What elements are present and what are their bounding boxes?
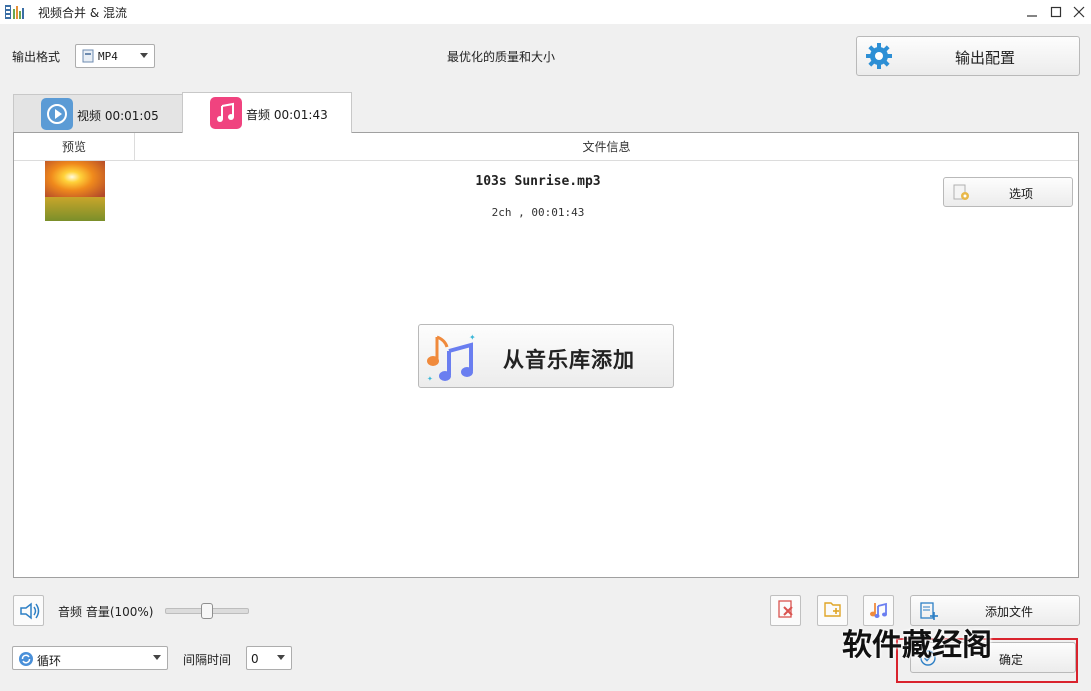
add-folder-icon	[823, 599, 843, 622]
sunrise-thumbnail	[45, 161, 105, 221]
play-icon	[41, 98, 73, 130]
watermark-text: 软件藏经阁	[842, 628, 992, 663]
chevron-down-icon	[140, 53, 148, 58]
tab-video[interactable]: 视频 00:01:05	[13, 94, 183, 133]
window-title: 视频合并 & 混流	[38, 6, 127, 20]
output-format-label: 输出格式	[12, 50, 61, 64]
file-name: 103s Sunrise.mp3	[475, 174, 601, 189]
column-header-preview: 预览	[14, 133, 135, 161]
output-format-select[interactable]: MP4	[75, 44, 155, 68]
output-format-value: MP4	[98, 50, 118, 63]
file-format-icon	[82, 49, 94, 66]
remove-file-button[interactable]	[770, 595, 801, 626]
quality-text: 最优化的质量和大小	[447, 50, 556, 64]
tab-audio-label: 音频 00:01:43	[246, 108, 328, 122]
title-bar	[0, 0, 1091, 24]
file-meta: 2ch , 00:01:43	[491, 206, 585, 219]
music-notes-icon	[869, 599, 889, 622]
chevron-down-icon	[277, 655, 285, 660]
close-icon[interactable]	[1067, 2, 1091, 22]
interval-label: 间隔时间	[183, 653, 232, 667]
speaker-icon[interactable]	[13, 595, 44, 626]
music-library-icon: ✦ ✦	[425, 331, 479, 386]
music-note-icon	[210, 97, 242, 129]
refresh-icon	[18, 651, 34, 670]
output-config-label: 输出配置	[955, 49, 1016, 67]
output-config-button[interactable]: 输出配置	[856, 36, 1080, 76]
app-logo-icon	[4, 3, 26, 21]
svg-text:✦: ✦	[427, 375, 433, 383]
options-button[interactable]: 选项	[943, 177, 1073, 207]
delete-file-icon	[776, 599, 796, 622]
loop-select[interactable]: 循环	[12, 646, 168, 670]
add-file-label: 添加文件	[985, 605, 1034, 619]
settings-doc-icon	[952, 184, 970, 205]
file-list-panel: 预览 文件信息 103s Sunrise.mp3 2ch , 00:01:43	[13, 132, 1079, 578]
add-from-library-label: 从音乐库添加	[503, 348, 635, 372]
gear-icon	[865, 42, 893, 73]
chevron-down-icon	[153, 655, 161, 660]
column-header-file-info: 文件信息	[135, 133, 1078, 161]
add-from-library-button[interactable]: ✦ ✦ 从音乐库添加	[418, 324, 674, 388]
volume-label: 音频 音量(100%)	[58, 605, 154, 619]
maximize-icon[interactable]	[1044, 2, 1068, 22]
options-label: 选项	[1009, 187, 1034, 201]
loop-value: 循环	[37, 654, 62, 668]
minimize-icon[interactable]	[1020, 2, 1044, 22]
tab-video-label: 视频 00:01:05	[77, 109, 159, 123]
interval-select[interactable]: 0	[246, 646, 292, 670]
tab-audio[interactable]: 音频 00:01:43	[182, 92, 352, 133]
svg-text:✦: ✦	[469, 333, 476, 342]
interval-value: 0	[251, 652, 259, 666]
volume-slider-thumb[interactable]	[201, 603, 213, 619]
